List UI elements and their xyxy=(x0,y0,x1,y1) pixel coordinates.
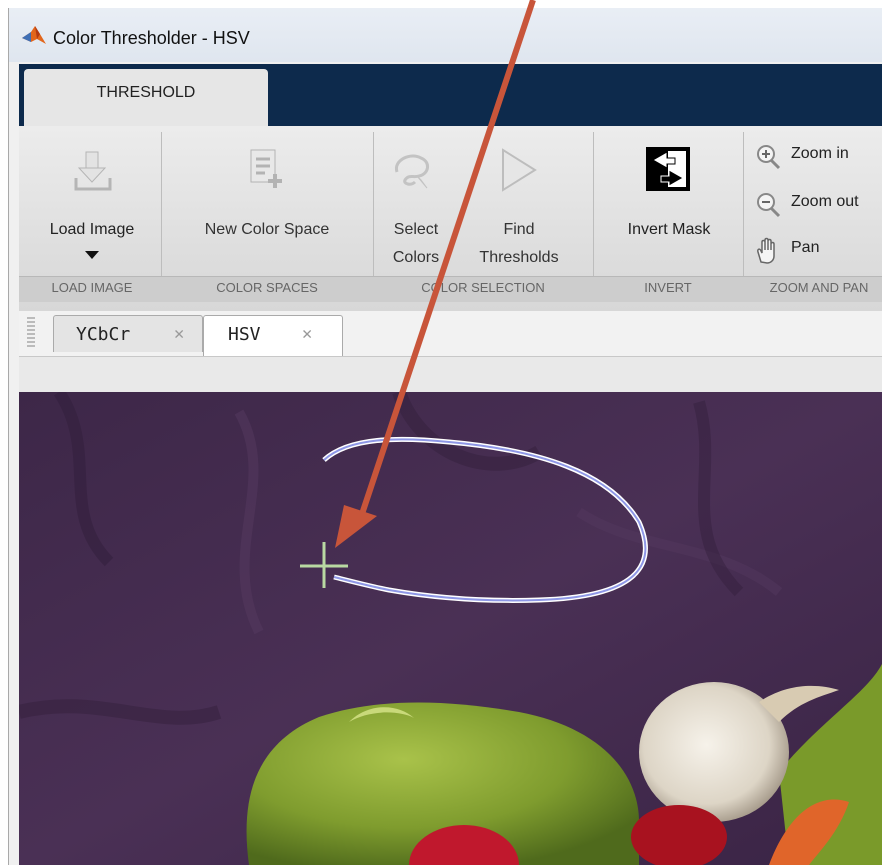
chevron-down-icon xyxy=(85,251,99,259)
divider xyxy=(161,132,162,300)
group-label-invert: INVERT xyxy=(644,280,692,295)
pan-button[interactable]: Pan xyxy=(753,234,882,264)
tab-hsv-label: HSV xyxy=(228,324,261,345)
document-add-icon xyxy=(250,149,282,188)
magnifier-plus-icon xyxy=(757,145,781,170)
close-icon[interactable]: ✕ xyxy=(174,324,184,344)
divider xyxy=(743,132,744,300)
find-thresholds-label-line2: Thresholds xyxy=(479,249,559,266)
tab-threshold[interactable]: THRESHOLD xyxy=(24,69,268,126)
new-color-space-button[interactable]: New Color Space xyxy=(167,132,367,272)
image-toolbar-strip xyxy=(19,356,882,393)
find-thresholds-button[interactable]: Find Thresholds xyxy=(459,132,579,272)
group-label-color-selection: COLOR SELECTION xyxy=(421,280,545,295)
pan-label: Pan xyxy=(791,239,820,256)
select-colors-label-line2: Colors xyxy=(392,249,440,266)
group-label-zoom-and-pan: ZOOM AND PAN xyxy=(769,280,869,295)
download-tray-icon xyxy=(74,151,112,191)
image-display[interactable] xyxy=(19,392,882,865)
group-label-color-spaces: COLOR SPACES xyxy=(216,280,318,295)
drag-grip[interactable] xyxy=(27,317,35,349)
ribbon-toolbar: Load Image New Color Space Select Colors… xyxy=(19,126,882,312)
zoom-out-label: Zoom out xyxy=(791,193,859,210)
find-thresholds-label-line1: Find xyxy=(503,221,535,238)
zoom-out-button[interactable]: Zoom out xyxy=(753,188,882,218)
matlab-logo-icon xyxy=(22,26,46,44)
load-image-label: Load Image xyxy=(49,221,135,238)
tab-hsv[interactable]: HSV ✕ xyxy=(203,315,343,357)
invert-mask-button[interactable]: Invert Mask xyxy=(599,132,739,272)
tab-ycbcr[interactable]: YCbCr ✕ xyxy=(53,315,203,352)
app-window: Color Thresholder - HSV THRESHOLD Load I… xyxy=(8,8,882,865)
tab-ycbcr-label: YCbCr xyxy=(76,324,131,345)
select-colors-button[interactable]: Select Colors xyxy=(381,132,451,272)
ribbon-tab-strip: THRESHOLD xyxy=(19,64,882,126)
vegetables-photo xyxy=(19,392,882,865)
title-bar: Color Thresholder - HSV xyxy=(9,8,882,62)
invert-mask-icon xyxy=(646,147,690,191)
freehand-select-icon xyxy=(394,154,429,189)
load-image-button[interactable]: Load Image xyxy=(25,132,159,272)
close-icon[interactable]: ✕ xyxy=(302,324,312,344)
hand-icon xyxy=(757,237,775,264)
zoom-in-button[interactable]: Zoom in xyxy=(753,140,882,170)
divider xyxy=(593,132,594,300)
play-triangle-icon xyxy=(502,148,537,192)
zoom-in-label: Zoom in xyxy=(791,145,849,162)
invert-mask-label: Invert Mask xyxy=(627,221,711,238)
select-colors-label-line1: Select xyxy=(393,221,439,238)
tab-threshold-label: THRESHOLD xyxy=(96,84,196,101)
magnifier-minus-icon xyxy=(757,193,781,218)
document-tab-bar: YCbCr ✕ HSV ✕ xyxy=(19,311,882,357)
group-label-load-image: LOAD IMAGE xyxy=(51,280,133,295)
window-title: Color Thresholder - HSV xyxy=(53,28,250,48)
divider xyxy=(373,132,374,300)
new-color-space-label: New Color Space xyxy=(204,221,330,238)
